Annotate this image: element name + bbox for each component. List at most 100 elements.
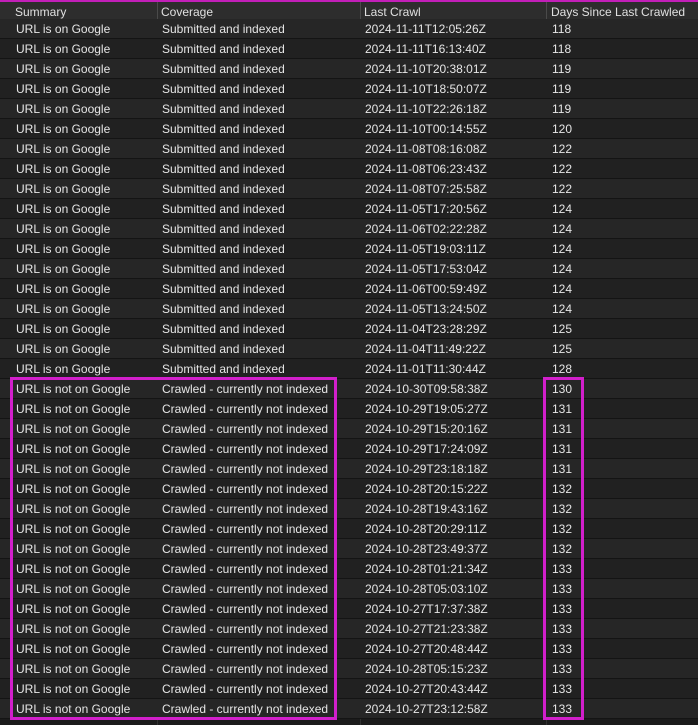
cell-summary: URL is on Google xyxy=(16,22,111,36)
cell-days-since-crawled: 122 xyxy=(552,162,573,176)
table-row[interactable]: URL is not on Google Crawled - currently … xyxy=(0,419,698,439)
table-row[interactable]: URL is on Google Submitted and indexed 202… xyxy=(0,199,698,219)
cell-summary: URL is not on Google xyxy=(16,402,131,416)
table-row[interactable]: URL is on Google Submitted and indexed 202… xyxy=(0,299,698,319)
table-row[interactable]: URL is not on Google Crawled - currently … xyxy=(0,559,698,579)
table-row[interactable]: URL is not on Google Crawled - currently … xyxy=(0,399,698,419)
cell-last-crawl: 2024-11-06T02:22:28Z xyxy=(365,222,487,236)
column-header-summary[interactable]: Summary xyxy=(15,5,66,19)
table-row[interactable]: URL is not on Google Crawled - currently … xyxy=(0,539,698,559)
cell-coverage: Submitted and indexed xyxy=(162,22,285,36)
table-row[interactable]: URL is on Google Submitted and indexed 202… xyxy=(0,259,698,279)
cell-coverage: Crawled - currently not indexed xyxy=(162,682,329,696)
cell-summary: URL is on Google xyxy=(16,262,111,276)
table-row[interactable]: URL is not on Google Crawled - currently … xyxy=(0,439,698,459)
cell-summary: URL is on Google xyxy=(16,42,111,56)
table-row[interactable]: URL is not on Google Crawled - currently … xyxy=(0,599,698,619)
table-row[interactable]: URL is on Google Submitted and indexed 202… xyxy=(0,339,698,359)
cell-coverage: Submitted and indexed xyxy=(162,262,285,276)
table-row[interactable]: URL is not on Google Crawled - currently … xyxy=(0,479,698,499)
cell-days-since-crawled: 133 xyxy=(552,582,573,596)
column-divider[interactable] xyxy=(546,2,547,19)
table-row[interactable]: URL is on Google Submitted and indexed 202… xyxy=(0,319,698,339)
table-row[interactable]: URL is not on Google Crawled - currently … xyxy=(0,379,698,399)
cell-coverage: Submitted and indexed xyxy=(162,342,285,356)
table-row[interactable]: URL is not on Google Crawled - currently … xyxy=(0,499,698,519)
cell-last-crawl: 2024-10-29T23:18:18Z xyxy=(365,462,488,476)
cell-last-crawl: 2024-10-28T23:49:37Z xyxy=(365,542,488,556)
table-row[interactable]: URL is not on Google Crawled - currently … xyxy=(0,459,698,479)
cell-summary: URL is not on Google xyxy=(16,502,131,516)
column-header-last-crawl[interactable]: Last Crawl xyxy=(364,5,421,19)
table-row[interactable]: URL is on Google Submitted and indexed 202… xyxy=(0,359,698,379)
table-row[interactable]: URL is on Google Submitted and indexed 202… xyxy=(0,59,698,79)
cell-days-since-crawled: 131 xyxy=(552,402,573,416)
cell-last-crawl: 2024-10-27T20:43:44Z xyxy=(365,682,488,696)
table-row[interactable]: URL is not on Google Crawled - currently … xyxy=(0,579,698,599)
column-divider[interactable] xyxy=(360,2,361,19)
cell-last-crawl: 2024-10-28T20:29:11Z xyxy=(365,522,487,536)
table-row[interactable]: URL is on Google Submitted and indexed 202… xyxy=(0,39,698,59)
cell-last-crawl: 2024-11-10T20:38:01Z xyxy=(365,62,487,76)
cell-coverage: Submitted and indexed xyxy=(162,322,285,336)
cell-last-crawl: 2024-10-27T21:23:38Z xyxy=(365,622,488,636)
cell-coverage: Crawled - currently not indexed xyxy=(162,442,329,456)
cell-days-since-crawled: 133 xyxy=(552,562,573,576)
cell-summary: URL is not on Google xyxy=(16,602,131,616)
cell-days-since-crawled: 122 xyxy=(552,182,573,196)
table-row[interactable]: URL is on Google Submitted and indexed 202… xyxy=(0,159,698,179)
table-row[interactable]: URL is on Google Submitted and indexed 202… xyxy=(0,219,698,239)
cell-days-since-crawled: 132 xyxy=(552,522,573,536)
table-row[interactable]: URL is on Google Submitted and indexed 202… xyxy=(0,139,698,159)
table-row[interactable]: URL is on Google Submitted and indexed 202… xyxy=(0,79,698,99)
table-row[interactable]: URL is on Google Submitted and indexed 202… xyxy=(0,19,698,39)
cell-summary: URL is on Google xyxy=(16,122,111,136)
cell-coverage: Crawled - currently not indexed xyxy=(162,662,329,676)
column-header-days-since-last-crawled[interactable]: Days Since Last Crawled xyxy=(551,5,685,19)
table-row[interactable]: URL is on Google Submitted and indexed 202… xyxy=(0,239,698,259)
cell-coverage: Crawled - currently not indexed xyxy=(162,642,329,656)
cell-summary: URL is on Google xyxy=(16,282,111,296)
cell-coverage: Crawled - currently not indexed xyxy=(162,462,329,476)
cell-coverage: Submitted and indexed xyxy=(162,82,285,96)
cell-coverage: Crawled - currently not indexed xyxy=(162,602,329,616)
cell-summary: URL is on Google xyxy=(16,102,111,116)
table-row[interactable]: URL is on Google Submitted and indexed 202… xyxy=(0,119,698,139)
table-row[interactable]: URL is on Google Submitted and indexed 202… xyxy=(0,99,698,119)
table-row[interactable]: URL is not on Google Crawled - currently … xyxy=(0,659,698,679)
cell-days-since-crawled: 133 xyxy=(552,682,573,696)
cell-summary: URL is on Google xyxy=(16,362,111,376)
cell-days-since-crawled: 122 xyxy=(552,142,573,156)
cell-days-since-crawled: 125 xyxy=(552,342,573,356)
cell-summary: URL is not on Google xyxy=(16,622,131,636)
cell-last-crawl: 2024-11-04T11:49:22Z xyxy=(365,342,486,356)
cell-summary: URL is not on Google xyxy=(16,642,131,656)
table-row[interactable]: URL is on Google Submitted and indexed 202… xyxy=(0,279,698,299)
cell-days-since-crawled: 119 xyxy=(552,102,572,116)
column-divider[interactable] xyxy=(157,2,158,19)
cell-coverage: Submitted and indexed xyxy=(162,302,285,316)
column-header-coverage[interactable]: Coverage xyxy=(161,5,213,19)
cell-summary: URL is not on Google xyxy=(16,422,131,436)
cell-summary: URL is not on Google xyxy=(16,562,131,576)
cell-summary: URL is not on Google xyxy=(16,462,131,476)
cell-summary: URL is on Google xyxy=(16,82,111,96)
cell-summary: URL is on Google xyxy=(16,142,111,156)
cell-last-crawl: 2024-10-28T20:15:22Z xyxy=(365,482,488,496)
cell-last-crawl: 2024-11-11T12:05:26Z xyxy=(365,22,486,36)
table-row[interactable]: URL is not on Google Crawled - currently … xyxy=(0,699,698,719)
table-row[interactable]: URL is not on Google Crawled - currently … xyxy=(0,619,698,639)
table-row[interactable]: URL is not on Google Crawled - currently … xyxy=(0,679,698,699)
table-row[interactable]: URL is not on Google Crawled - currently … xyxy=(0,519,698,539)
cell-summary: URL is on Google xyxy=(16,242,111,256)
cell-coverage: Submitted and indexed xyxy=(162,122,285,136)
cell-days-since-crawled: 130 xyxy=(552,382,573,396)
cell-summary: URL is on Google xyxy=(16,302,111,316)
cell-summary: URL is not on Google xyxy=(16,682,131,696)
cell-last-crawl: 2024-10-27T23:12:58Z xyxy=(365,702,488,716)
table-row[interactable]: URL is not on Google Crawled - currently … xyxy=(0,639,698,659)
cell-last-crawl: 2024-10-30T09:58:38Z xyxy=(365,382,488,396)
table-row[interactable]: URL is on Google Submitted and indexed 202… xyxy=(0,179,698,199)
cell-days-since-crawled: 133 xyxy=(552,702,573,716)
cell-coverage: Submitted and indexed xyxy=(162,102,285,116)
